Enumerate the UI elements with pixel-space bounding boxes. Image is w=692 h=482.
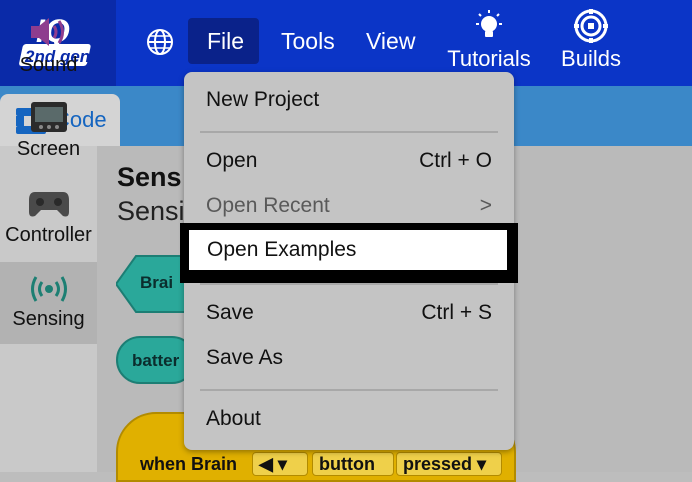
- category-sound[interactable]: Sound: [0, 14, 97, 77]
- menu-item-save-as[interactable]: Save As: [184, 338, 514, 378]
- category-sensing[interactable]: Sensing: [0, 262, 97, 344]
- menu-separator: [200, 389, 498, 391]
- menu-item-label: Save As: [206, 346, 284, 369]
- tutorials-button[interactable]: Tutorials: [444, 8, 534, 72]
- menu-item-open-recent[interactable]: Open Recent >: [184, 186, 514, 226]
- builds-gear-icon: [574, 9, 608, 43]
- lightbulb-icon: [476, 10, 502, 37]
- menu-item-label: New Project: [206, 88, 320, 111]
- tutorials-label: Tutorials: [447, 46, 531, 71]
- menu-separator: [200, 283, 498, 285]
- file-menu-button[interactable]: File: [188, 18, 259, 64]
- category-screen[interactable]: Screen: [0, 100, 97, 161]
- menu-item-shortcut: Ctrl + O: [419, 149, 492, 172]
- menu-item-label: Save: [206, 301, 254, 324]
- game-controller-icon: [28, 192, 69, 217]
- menu-item-save[interactable]: Save Ctrl + S: [184, 293, 514, 333]
- category-sensing-label: Sensing: [12, 308, 85, 330]
- submenu-arrow-icon: >: [479, 194, 492, 217]
- menu-item-new-project[interactable]: New Project: [184, 80, 514, 120]
- menu-item-label: Open Examples: [207, 238, 357, 261]
- menu-separator: [200, 131, 498, 133]
- builds-label: Builds: [561, 46, 621, 71]
- speaker-icon: [30, 18, 64, 46]
- menu-item-open[interactable]: Open Ctrl + O: [184, 141, 514, 181]
- category-controller-label: Controller: [5, 224, 92, 246]
- view-menu-button[interactable]: View: [347, 18, 434, 64]
- sensing-signal-icon: [30, 276, 67, 302]
- menu-item-label: Open Recent: [206, 194, 330, 217]
- menu-item-about[interactable]: About: [184, 399, 514, 439]
- pressed-dropdown[interactable]: pressed ▾: [396, 452, 502, 476]
- category-screen-label: Screen: [16, 138, 81, 160]
- category-controller[interactable]: Controller: [0, 186, 97, 247]
- arrow-dropdown[interactable]: ◀ ▾: [252, 452, 308, 476]
- language-globe-icon[interactable]: [145, 27, 175, 57]
- brain-block-label: Brai: [140, 273, 174, 292]
- button-slot: button: [312, 452, 394, 476]
- battery-block-label: batter: [132, 351, 180, 370]
- builds-button[interactable]: Builds: [556, 8, 626, 72]
- menu-item-label: About: [206, 407, 261, 430]
- menu-item-label: Open: [206, 149, 258, 172]
- brain-screen-icon: [30, 102, 67, 132]
- category-sound-label: Sound: [19, 54, 78, 76]
- menu-item-shortcut: Ctrl + S: [421, 301, 492, 324]
- tools-menu-button[interactable]: Tools: [262, 18, 354, 64]
- palette-category-title: Sens: [117, 162, 182, 192]
- palette-category-subtitle: Sensi: [117, 196, 185, 226]
- menu-item-open-examples[interactable]: Open Examples: [180, 223, 518, 283]
